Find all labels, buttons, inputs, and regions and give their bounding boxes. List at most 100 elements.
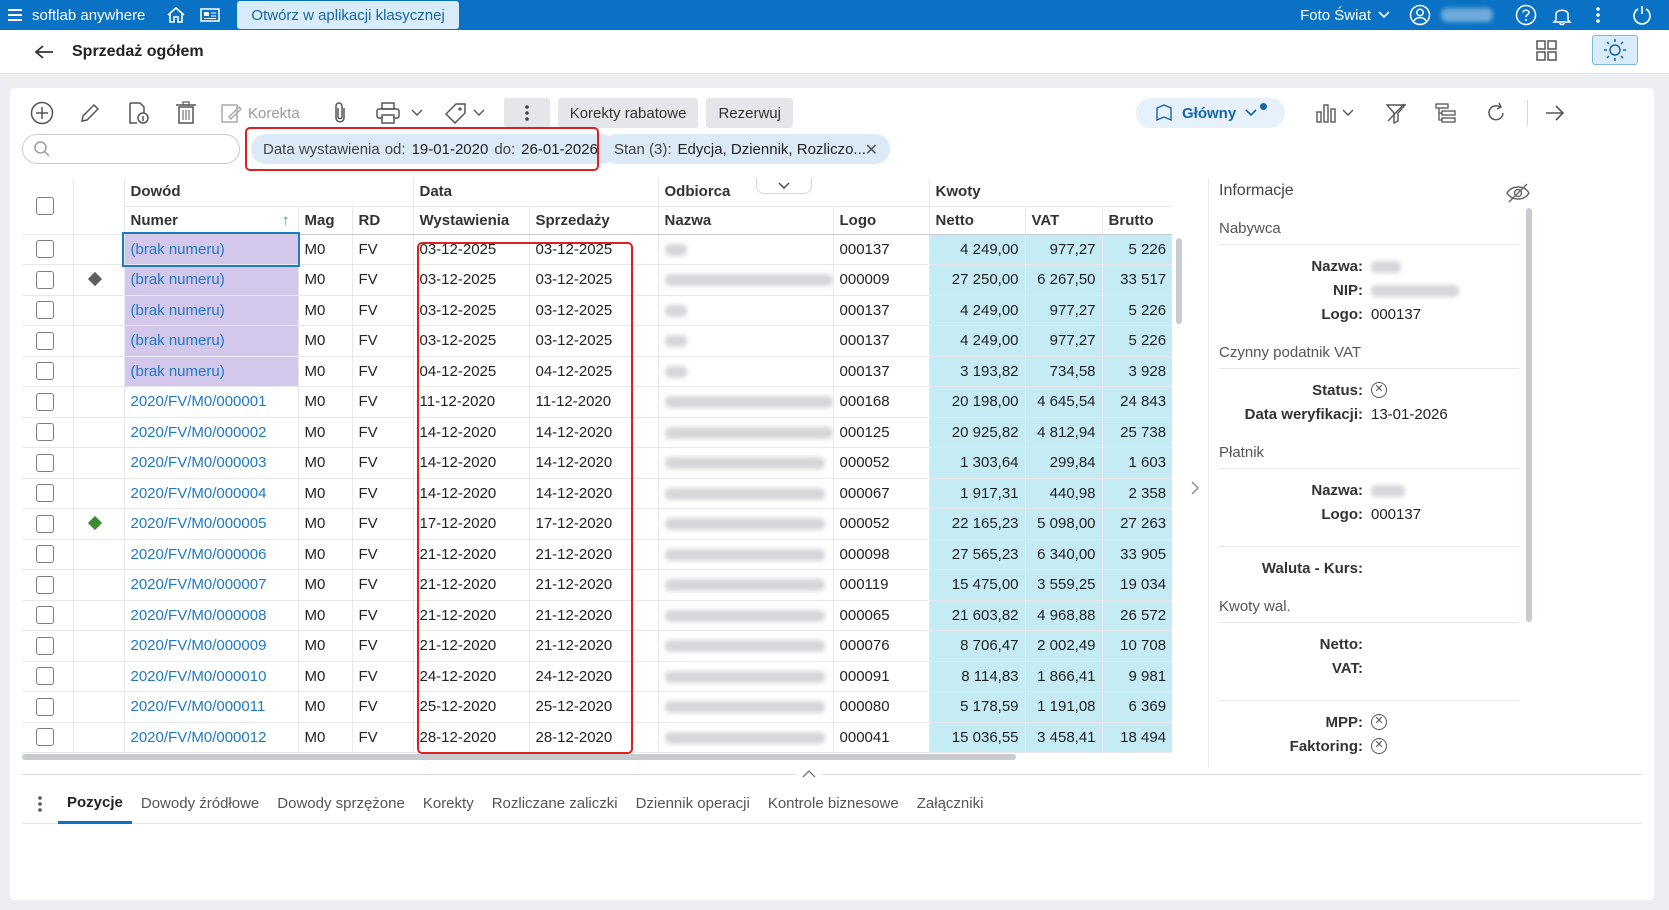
tab-dowody-sprzezone[interactable]: Dowody sprzężone (268, 784, 414, 824)
tab-korekty[interactable]: Korekty (414, 784, 483, 824)
row-checkbox[interactable] (36, 484, 54, 503)
collapse-panel-button[interactable] (1544, 98, 1566, 128)
document-number-link[interactable]: 2020/FV/M0/000011 (123, 691, 298, 723)
user-icon[interactable] (1405, 0, 1435, 30)
add-button[interactable] (22, 98, 62, 128)
column-header-nazwa[interactable]: Nazwa (657, 206, 834, 235)
row-checkbox[interactable] (36, 606, 54, 625)
document-number-link[interactable]: 2020/FV/M0/000007 (123, 569, 298, 601)
column-header-logo[interactable]: Logo (832, 206, 930, 235)
row-checkbox[interactable] (36, 362, 54, 381)
more-actions-button[interactable] (503, 98, 550, 128)
info-panel-toggle[interactable] (1190, 480, 1200, 500)
help-icon[interactable] (1511, 0, 1541, 30)
row-checkbox[interactable] (36, 270, 54, 289)
close-icon[interactable]: ✕ (865, 140, 878, 160)
theme-button[interactable] (1592, 35, 1638, 65)
cell-brutto: 5 226 (1101, 234, 1172, 265)
tab-dziennik-operacji[interactable]: Dziennik operacji (627, 784, 759, 824)
document-number-link[interactable]: (brak numeru) (122, 232, 300, 267)
tag-button[interactable] (444, 98, 486, 128)
row-checkbox[interactable] (36, 301, 54, 320)
tree-button[interactable] (1435, 98, 1457, 128)
row-checkbox[interactable] (36, 423, 54, 442)
row-checkbox[interactable] (36, 728, 54, 747)
document-number-link[interactable]: (brak numeru) (123, 356, 298, 387)
column-header-rd[interactable]: RD (351, 206, 413, 235)
more-vertical-icon[interactable] (1583, 0, 1613, 30)
info-scrollbar[interactable] (1526, 208, 1532, 622)
bell-icon[interactable] (1547, 0, 1577, 30)
row-checkbox[interactable] (36, 697, 54, 716)
document-number-link[interactable]: 2020/FV/M0/000005 (123, 508, 298, 540)
company-selector[interactable]: Foto Świat (1300, 7, 1391, 24)
eye-off-icon[interactable] (1505, 182, 1531, 204)
tab-rozliczane-zaliczki[interactable]: Rozliczane zaliczki (483, 784, 627, 824)
tabs-more-button[interactable] (22, 795, 58, 813)
cell-mag: M0 (297, 569, 352, 601)
print-button[interactable] (375, 98, 424, 128)
document-number-link[interactable]: 2020/FV/M0/000004 (123, 478, 298, 509)
grid-hscrollbar[interactable] (22, 754, 1016, 760)
korekta-button[interactable]: Korekta (220, 98, 300, 128)
row-checkbox[interactable] (36, 636, 54, 655)
document-number-link[interactable]: 2020/FV/M0/000012 (123, 722, 298, 753)
column-header-sprzedazy[interactable]: Sprzedaży (528, 206, 659, 235)
row-checkbox[interactable] (36, 331, 54, 350)
back-button[interactable] (34, 44, 54, 60)
row-checkbox[interactable] (36, 392, 54, 411)
edit-button[interactable] (70, 98, 110, 128)
korekty-rabatowe-button[interactable]: Korekty rabatowe (557, 98, 699, 128)
document-number-link[interactable]: 2020/FV/M0/000009 (123, 630, 298, 662)
row-checkbox[interactable] (36, 545, 54, 564)
grid-scrollbar[interactable] (1176, 238, 1182, 324)
column-header-brutto[interactable]: Brutto (1101, 206, 1172, 235)
document-number-link[interactable]: (brak numeru) (123, 264, 298, 296)
tab-pozycje[interactable]: Pozycje (58, 784, 132, 824)
chart-button[interactable] (1315, 98, 1355, 128)
delete-button[interactable] (166, 98, 206, 128)
tab-dowody-zrodlowe[interactable]: Dowody źródłowe (132, 784, 268, 824)
status-filter-chip[interactable]: Stan (3): Edycja, Dziennik, Rozliczo... … (602, 134, 890, 164)
document-number-link[interactable]: 2020/FV/M0/000008 (123, 600, 298, 631)
open-classic-button[interactable]: Otwórz w aplikacji klasycznej (237, 1, 459, 29)
refresh-button[interactable] (1485, 98, 1507, 128)
document-number-link[interactable]: 2020/FV/M0/000010 (123, 661, 298, 692)
column-header-vat[interactable]: VAT (1024, 206, 1103, 235)
row-checkbox-cell (22, 234, 73, 265)
document-number-link[interactable]: 2020/FV/M0/000006 (123, 539, 298, 570)
tab-zalaczniki[interactable]: Załączniki (908, 784, 993, 824)
news-icon[interactable] (195, 0, 225, 30)
column-header-mag[interactable]: Mag (297, 206, 352, 235)
row-checkbox[interactable] (36, 453, 54, 472)
filter-button[interactable] (1385, 98, 1407, 128)
select-all-checkbox[interactable] (36, 196, 54, 215)
document-number-link[interactable]: (brak numeru) (123, 325, 298, 357)
row-checkbox[interactable] (36, 240, 54, 259)
tab-kontrole-biznesowe[interactable]: Kontrole biznesowe (759, 784, 908, 824)
view-selector[interactable]: Główny (1136, 98, 1286, 128)
document-number-link[interactable]: 2020/FV/M0/000001 (123, 386, 298, 418)
splitter[interactable] (22, 774, 1642, 775)
attach-button[interactable] (320, 98, 360, 128)
document-number-link[interactable]: 2020/FV/M0/000003 (123, 447, 298, 479)
home-icon[interactable] (161, 0, 191, 30)
row-marker-cell (72, 295, 124, 326)
rezerwuj-button[interactable]: Rezerwuj (706, 98, 793, 128)
search-input[interactable] (22, 134, 240, 164)
document-number-link[interactable]: (brak numeru) (123, 295, 298, 326)
menu-button[interactable] (8, 8, 24, 22)
row-checkbox[interactable] (36, 667, 54, 686)
info-panel: Informacje Nabywca Nazwa: NIP: Logo: 0001… (1208, 178, 1538, 768)
details-button[interactable] (118, 98, 158, 128)
column-header-wystawienia[interactable]: Wystawienia (412, 206, 529, 235)
document-number-link[interactable]: 2020/FV/M0/000002 (123, 417, 298, 448)
column-header-netto[interactable]: Netto (928, 206, 1026, 235)
column-header-numer[interactable]: Numer ↑ (123, 206, 298, 235)
row-checkbox[interactable] (36, 575, 54, 594)
layout-grid-button[interactable] (1536, 40, 1558, 66)
splitter-handle[interactable] (796, 768, 822, 780)
expand-header-button[interactable] (756, 178, 812, 194)
power-icon[interactable] (1627, 0, 1657, 30)
row-checkbox[interactable] (36, 514, 54, 533)
